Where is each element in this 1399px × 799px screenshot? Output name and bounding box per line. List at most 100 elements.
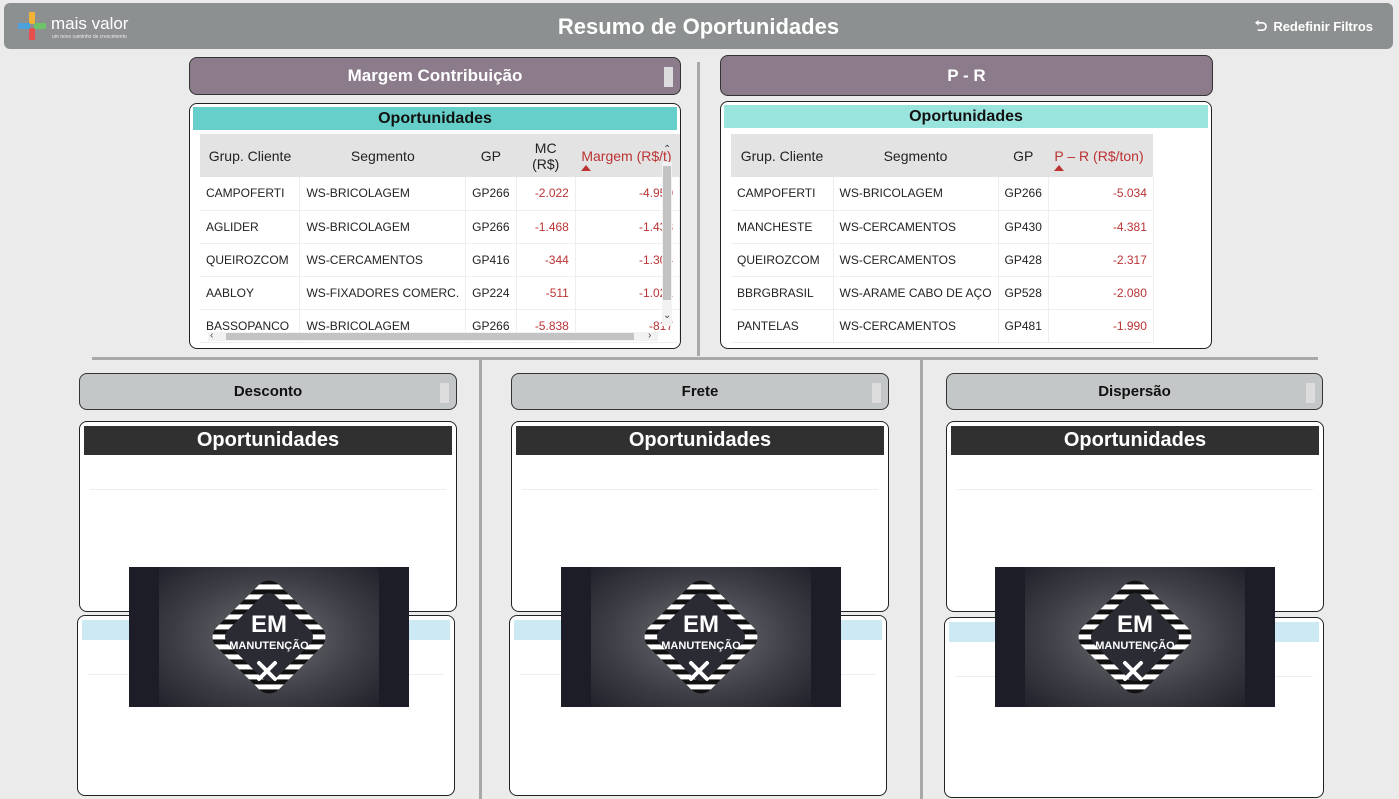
- table-cell: GP416: [465, 243, 517, 277]
- maintenance-em-text: EM: [683, 611, 719, 638]
- table-cell: GP266: [465, 177, 517, 211]
- pr-opportunities-card: Oportunidades Grup. Cliente Segmento GP …: [720, 101, 1212, 349]
- divider-horizontal: [92, 357, 1318, 360]
- col-header-grup-cliente[interactable]: Grup. Cliente: [731, 134, 833, 177]
- col-header-segmento[interactable]: Segmento: [833, 134, 999, 177]
- divider-vertical-top: [697, 62, 700, 356]
- section-button-frete[interactable]: Frete: [511, 373, 889, 410]
- table-cell: WS-CERCAMENTOS: [833, 309, 999, 343]
- table-cell: -2.022: [516, 177, 576, 211]
- maintenance-label: MANUTENÇÃO: [1095, 640, 1175, 652]
- table-row[interactable]: BBRGBRASIL WS-ARAME CABO DE AÇO GP528 -2.08…: [731, 276, 1154, 310]
- maintenance-em-text: EM: [1117, 611, 1153, 638]
- table-cell: WS-ARAME CABO DE AÇO: [833, 276, 999, 310]
- section-button-margem-contribuicao[interactable]: Margem Contribuição: [189, 57, 681, 95]
- undo-icon: [1255, 20, 1268, 32]
- mc-opportunities-card: Oportunidades Grup. Cliente Segmento GP …: [189, 103, 681, 349]
- scrollbar-thumb[interactable]: [226, 333, 634, 340]
- reset-filters-label: Redefinir Filtros: [1273, 19, 1373, 34]
- table-row[interactable]: AABLOY WS-FIXADORES COMERC. GP224 -511 -1.02…: [200, 276, 680, 310]
- table-row[interactable]: MANCHESTE WS-CERCAMENTOS GP430 -4.381: [731, 210, 1154, 244]
- table-cell: GP266: [998, 177, 1049, 211]
- table-cell: WS-BRICOLAGEM: [299, 210, 467, 244]
- maintenance-image-desconto: EM MANUTENÇÃO: [129, 567, 409, 707]
- table-row[interactable]: AGLIDER WS-BRICOLAGEM GP266 -1.468 -1.438: [200, 210, 680, 244]
- table-cell: CAMPOFERTI: [200, 177, 301, 211]
- table-cell: PANTELAS: [731, 309, 834, 343]
- table-cell: AGLIDER: [200, 210, 301, 244]
- table-cell: GP528: [998, 276, 1049, 310]
- button-tab: [872, 383, 881, 403]
- col-header-p-r-label: P – R (R$/ton): [1054, 147, 1144, 164]
- reset-filters-button[interactable]: Redefinir Filtros: [1254, 19, 1373, 34]
- section-button-dispersao[interactable]: Dispersão: [946, 373, 1323, 410]
- sort-arrow-icon: [581, 165, 592, 171]
- table-cell: -5.034: [1048, 177, 1154, 211]
- table-cell: BBRGBRASIL: [731, 276, 834, 310]
- divider: [90, 489, 446, 490]
- col-header-mc[interactable]: MC (R$): [516, 134, 576, 177]
- maintenance-image-frete: EM MANUTENÇÃO: [561, 567, 841, 707]
- table-cell: QUEIROZCOM: [731, 243, 834, 277]
- horizontal-scrollbar[interactable]: [208, 332, 658, 341]
- pr-table: Grup. Cliente Segmento GP P – R (R$/ton)…: [731, 134, 1154, 343]
- table-cell: AABLOY: [200, 276, 301, 310]
- table-row[interactable]: QUEIROZCOM WS-CERCAMENTOS GP428 -2.317: [731, 243, 1154, 277]
- button-tab: [1306, 383, 1315, 403]
- section-button-p-r[interactable]: P - R: [720, 55, 1213, 96]
- scroll-up-arrow-icon[interactable]: ⌃: [663, 144, 671, 155]
- table-cell: GP481: [998, 309, 1049, 343]
- table-row[interactable]: PANTELAS WS-CERCAMENTOS GP481 -1.990: [731, 309, 1154, 343]
- table-row[interactable]: QUEIROZCOM WS-CERCAMENTOS GP416 -344 -1.304: [200, 243, 680, 277]
- table-cell: -4.381: [1048, 210, 1154, 244]
- col-header-p-r[interactable]: P – R (R$/ton): [1048, 134, 1154, 177]
- col-header-segmento[interactable]: Segmento: [299, 134, 466, 177]
- table-cell: WS-CERCAMENTOS: [833, 210, 999, 244]
- table-cell: -2.317: [1048, 243, 1154, 277]
- header-bar: mais valor um novo caminho de cresciment…: [4, 3, 1393, 49]
- col-header-gp[interactable]: GP: [998, 134, 1049, 177]
- table-cell: WS-CERCAMENTOS: [833, 243, 999, 277]
- maintenance-image-dispersao: EM MANUTENÇÃO: [995, 567, 1275, 707]
- scroll-right-arrow-icon[interactable]: ›: [648, 330, 651, 341]
- divider: [957, 489, 1313, 490]
- table-cell: QUEIROZCOM: [200, 243, 301, 277]
- scroll-left-arrow-icon[interactable]: ‹: [210, 330, 213, 341]
- section-label: Margem Contribuição: [347, 66, 523, 85]
- vertical-scrollbar[interactable]: [662, 162, 672, 326]
- divider: [522, 489, 878, 490]
- table-row[interactable]: CAMPOFERTI WS-BRICOLAGEM GP266 -2.022 -4.950: [200, 177, 680, 211]
- tools-icon: [689, 661, 709, 681]
- button-tab: [440, 383, 449, 403]
- section-button-desconto[interactable]: Desconto: [79, 373, 457, 410]
- sort-arrow-icon: [1054, 165, 1065, 171]
- table-cell: -511: [516, 276, 576, 310]
- card-title: Oportunidades: [724, 105, 1208, 128]
- table-cell: GP430: [998, 210, 1049, 244]
- tools-icon: [257, 661, 277, 681]
- table-cell: WS-BRICOLAGEM: [299, 177, 467, 211]
- table-cell: -1.468: [516, 210, 576, 244]
- mc-table: Grup. Cliente Segmento GP MC (R$) Margem…: [200, 134, 680, 343]
- card-title: Oportunidades: [951, 426, 1319, 455]
- scrollbar-thumb[interactable]: [663, 166, 671, 300]
- table-cell: WS-FIXADORES COMERC.: [299, 276, 467, 310]
- table-cell: CAMPOFERTI: [731, 177, 834, 211]
- section-label: Dispersão: [1098, 383, 1171, 400]
- table-cell: -344: [516, 243, 576, 277]
- section-label: Frete: [681, 383, 719, 400]
- table-row[interactable]: CAMPOFERTI WS-BRICOLAGEM GP266 -5.034: [731, 177, 1154, 211]
- divider-vertical-right: [920, 360, 923, 799]
- table-cell: GP224: [465, 276, 517, 310]
- scroll-down-arrow-icon[interactable]: ⌄: [663, 310, 671, 321]
- table-cell: GP266: [465, 210, 517, 244]
- table-cell: WS-CERCAMENTOS: [299, 243, 467, 277]
- table-cell: WS-BRICOLAGEM: [833, 177, 999, 211]
- table-header-row: Grup. Cliente Segmento GP P – R (R$/ton): [731, 134, 1154, 177]
- section-label: Desconto: [233, 383, 303, 400]
- page-title: Resumo de Oportunidades: [557, 14, 840, 39]
- col-header-gp[interactable]: GP: [465, 134, 517, 177]
- col-header-grup-cliente[interactable]: Grup. Cliente: [200, 134, 300, 177]
- card-title: Oportunidades: [516, 426, 884, 455]
- card-title: Oportunidades: [193, 107, 677, 130]
